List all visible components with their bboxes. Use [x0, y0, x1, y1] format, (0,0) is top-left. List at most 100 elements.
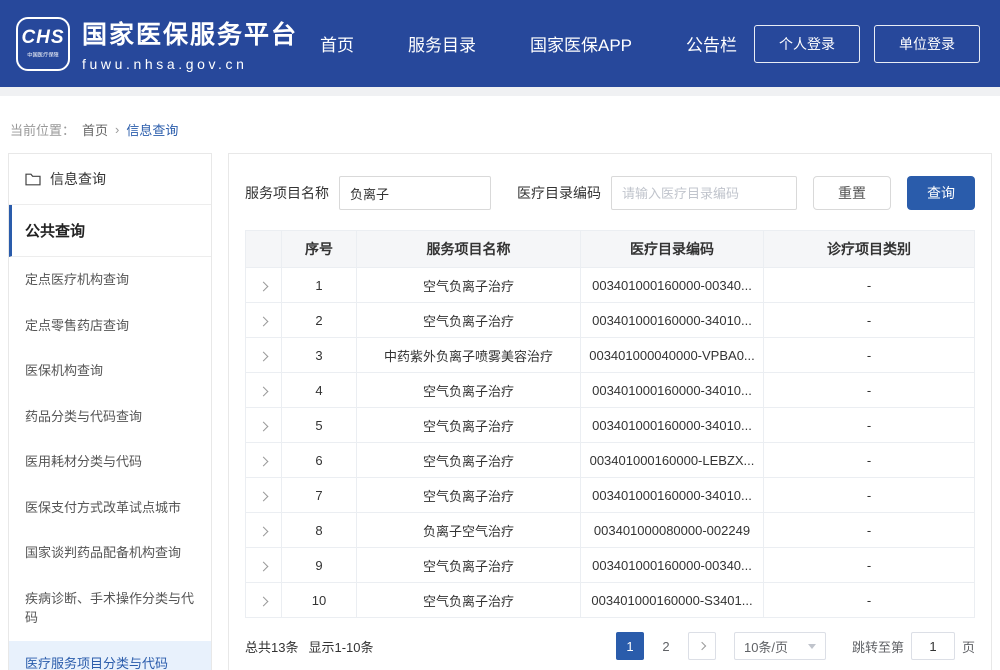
row-expand-cell[interactable]: [246, 408, 282, 443]
table-row: 6 空气负离子治疗 003401000160000-LEBZX... -: [246, 443, 975, 478]
results-table: 序号 服务项目名称 医疗目录编码 诊疗项目类别 1 空气负离子治疗 003401…: [245, 230, 975, 618]
row-expand-cell[interactable]: [246, 548, 282, 583]
cell-category: -: [764, 513, 975, 548]
main-panel: 服务项目名称 医疗目录编码 重置 查询 序号 服务项目名称 医疗目录编码: [228, 153, 992, 670]
row-expand-cell[interactable]: [246, 268, 282, 303]
cell-code: 003401000160000-34010...: [581, 478, 764, 513]
row-expand-cell[interactable]: [246, 478, 282, 513]
cell-code: 003401000160000-00340...: [581, 268, 764, 303]
sidebar-item-insurance-orgs[interactable]: 医保机构查询: [9, 348, 211, 394]
table-header-row: 序号 服务项目名称 医疗目录编码 诊疗项目类别: [246, 231, 975, 268]
sidebar-item-drug-codes[interactable]: 药品分类与代码查询: [9, 394, 211, 440]
jump-prefix-label: 跳转至第: [852, 637, 904, 656]
site-title: 国家医保服务平台: [82, 15, 298, 51]
chevron-right-icon: [259, 316, 269, 326]
nav-item-app[interactable]: 国家医保APP: [530, 31, 632, 56]
jump-page-input[interactable]: [911, 632, 955, 660]
chevron-right-icon: [259, 386, 269, 396]
site-domain: fuwu.nhsa.gov.cn: [82, 56, 298, 72]
cell-name: 空气负离子治疗: [357, 373, 581, 408]
page-size-select[interactable]: 10条/页: [734, 632, 826, 660]
pagination: 1 2 10条/页 跳转至第 页: [616, 632, 975, 660]
jump-suffix-label: 页: [962, 637, 975, 656]
site-logo[interactable]: CHS 中国医疗保障 国家医保服务平台 fuwu.nhsa.gov.cn: [16, 15, 294, 72]
cell-category: -: [764, 478, 975, 513]
nav-item-announcements[interactable]: 公告栏: [686, 31, 737, 56]
cell-code: 003401000160000-34010...: [581, 303, 764, 338]
page-content: 信息查询 公共查询 定点医疗机构查询 定点零售药店查询 医保机构查询 药品分类与…: [0, 153, 1000, 670]
breadcrumb: 当前位置： 首页 › 信息查询: [0, 96, 1000, 153]
row-expand-cell[interactable]: [246, 338, 282, 373]
row-expand-cell[interactable]: [246, 303, 282, 338]
expand-column-header: [246, 231, 282, 268]
page-button-1[interactable]: 1: [616, 632, 644, 660]
sidebar-item-payment-reform-cities[interactable]: 医保支付方式改革试点城市: [9, 485, 211, 531]
org-login-button[interactable]: 单位登录: [874, 25, 980, 63]
sidebar-item-designated-medical-orgs[interactable]: 定点医疗机构查询: [9, 257, 211, 303]
total-count-text: 总共13条: [245, 637, 298, 656]
cell-category: -: [764, 268, 975, 303]
chevron-right-icon: [259, 281, 269, 291]
page-button-2[interactable]: 2: [652, 632, 680, 660]
next-page-button[interactable]: [688, 632, 716, 660]
sidebar: 信息查询 公共查询 定点医疗机构查询 定点零售药店查询 医保机构查询 药品分类与…: [8, 153, 212, 670]
cell-no: 9: [282, 548, 357, 583]
row-expand-cell[interactable]: [246, 513, 282, 548]
cell-no: 8: [282, 513, 357, 548]
breadcrumb-separator-icon: ›: [115, 122, 119, 137]
table-row: 4 空气负离子治疗 003401000160000-34010... -: [246, 373, 975, 408]
breadcrumb-home-link[interactable]: 首页: [82, 120, 108, 139]
chevron-right-icon: [698, 642, 706, 650]
search-form: 服务项目名称 医疗目录编码 重置 查询: [229, 154, 991, 230]
row-expand-cell[interactable]: [246, 443, 282, 478]
sidebar-item-medical-service-codes[interactable]: 医疗服务项目分类与代码: [9, 641, 211, 670]
col-header-name: 服务项目名称: [357, 231, 581, 268]
nav-item-home[interactable]: 首页: [320, 31, 354, 56]
personal-login-button[interactable]: 个人登录: [754, 25, 860, 63]
sidebar-item-designated-pharmacies[interactable]: 定点零售药店查询: [9, 303, 211, 349]
row-expand-cell[interactable]: [246, 373, 282, 408]
row-expand-cell[interactable]: [246, 583, 282, 618]
main-nav: 首页 服务目录 国家医保APP 公告栏: [320, 31, 737, 56]
table-row: 9 空气负离子治疗 003401000160000-00340... -: [246, 548, 975, 583]
sidebar-item-consumables-codes[interactable]: 医用耗材分类与代码: [9, 439, 211, 485]
cell-name: 空气负离子治疗: [357, 268, 581, 303]
query-button[interactable]: 查询: [907, 176, 975, 210]
cell-name: 中药紫外负离子喷雾美容治疗: [357, 338, 581, 373]
cell-no: 4: [282, 373, 357, 408]
cell-code: 003401000040000-VPBA0...: [581, 338, 764, 373]
sidebar-title[interactable]: 信息查询: [9, 154, 211, 205]
sidebar-item-diagnosis-codes[interactable]: 疾病诊断、手术操作分类与代码: [9, 576, 211, 641]
page-size-value: 10条/页: [744, 637, 788, 656]
table-row: 3 中药紫外负离子喷雾美容治疗 003401000040000-VPBA0...…: [246, 338, 975, 373]
login-buttons: 个人登录 单位登录: [754, 25, 980, 63]
breadcrumb-current-link[interactable]: 信息查询: [126, 120, 178, 139]
cell-no: 5: [282, 408, 357, 443]
catalog-code-input[interactable]: [611, 176, 797, 210]
catalog-code-label: 医疗目录编码: [517, 183, 601, 203]
col-header-code: 医疗目录编码: [581, 231, 764, 268]
chs-logo-icon: CHS 中国医疗保障: [16, 17, 70, 71]
sidebar-item-negotiated-drug-orgs[interactable]: 国家谈判药品配备机构查询: [9, 530, 211, 576]
cell-no: 1: [282, 268, 357, 303]
cell-name: 空气负离子治疗: [357, 303, 581, 338]
nav-item-service-catalog[interactable]: 服务目录: [408, 31, 476, 56]
col-header-no: 序号: [282, 231, 357, 268]
service-name-input[interactable]: [339, 176, 491, 210]
table-row: 5 空气负离子治疗 003401000160000-34010... -: [246, 408, 975, 443]
cell-name: 空气负离子治疗: [357, 548, 581, 583]
cell-code: 003401000080000-002249: [581, 513, 764, 548]
cell-name: 空气负离子治疗: [357, 478, 581, 513]
cell-code: 003401000160000-34010...: [581, 373, 764, 408]
top-header: CHS 中国医疗保障 国家医保服务平台 fuwu.nhsa.gov.cn 首页 …: [0, 0, 1000, 87]
reset-button[interactable]: 重置: [813, 176, 891, 210]
chevron-down-icon: [808, 644, 816, 649]
chevron-right-icon: [259, 421, 269, 431]
cell-category: -: [764, 583, 975, 618]
cell-no: 3: [282, 338, 357, 373]
sidebar-section-public-query: 公共查询: [9, 205, 211, 257]
cell-code: 003401000160000-S3401...: [581, 583, 764, 618]
cell-no: 6: [282, 443, 357, 478]
range-text: 显示1-10条: [308, 637, 373, 656]
cell-no: 7: [282, 478, 357, 513]
